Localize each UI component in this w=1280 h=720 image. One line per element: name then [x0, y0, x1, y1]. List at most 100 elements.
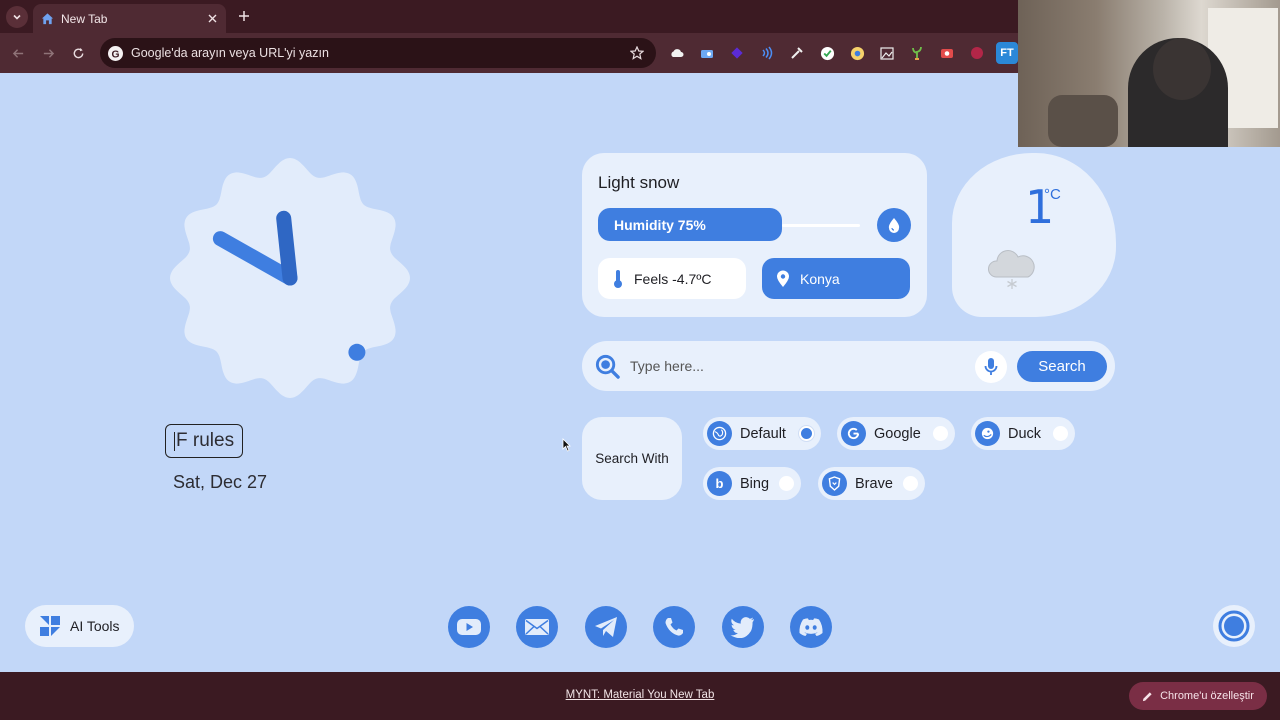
active-tab[interactable]: New Tab — [33, 4, 226, 33]
engine-default[interactable]: Default — [703, 417, 821, 450]
location-label: Konya — [800, 270, 840, 287]
home-icon — [41, 13, 54, 25]
engine-google[interactable]: Google — [837, 417, 955, 450]
footer-bar: MYNT: Material You New Tab Chrome'u özel… — [0, 672, 1280, 720]
weather-condition: Light snow — [598, 173, 680, 192]
webcam-overlay — [1018, 0, 1280, 147]
duck-icon — [975, 421, 1000, 446]
ai-tools-label: AI Tools — [70, 618, 120, 634]
record-extension-icon[interactable] — [966, 42, 988, 64]
feels-like-pill: Feels -4.7ºC — [598, 258, 746, 299]
eyedropper-extension-icon[interactable] — [786, 42, 808, 64]
mail-icon — [525, 619, 549, 635]
search-button[interactable]: Search — [1017, 351, 1107, 382]
extensions-row: FT — [666, 42, 1018, 64]
custom-text-input[interactable]: F rules — [165, 424, 244, 458]
chevron-down-icon — [13, 14, 21, 20]
thermometer-icon — [614, 269, 622, 288]
snow-cloud-icon — [988, 250, 1035, 289]
telegram-icon — [595, 617, 617, 637]
google-icon — [841, 421, 866, 446]
humidity-track — [782, 224, 860, 227]
arrow-right-icon — [43, 48, 54, 58]
tab-search-button[interactable] — [6, 6, 28, 28]
engine-radio[interactable] — [933, 426, 948, 441]
radio-extension-icon[interactable] — [696, 42, 718, 64]
custom-text: F rules — [176, 430, 235, 451]
ai-tools-icon — [40, 616, 60, 636]
cloud-extension-icon[interactable] — [666, 42, 688, 64]
youtube-icon — [457, 619, 481, 635]
theme-credit-link[interactable]: MYNT: Material You New Tab — [0, 689, 1280, 701]
settings-ring-icon — [1218, 610, 1250, 642]
youtube-shortcut[interactable] — [448, 606, 490, 648]
address-bar[interactable]: G Google'da arayın veya URL'yi yazın — [100, 38, 656, 68]
star-icon — [630, 46, 644, 60]
bing-icon: b — [707, 471, 732, 496]
close-tab-button[interactable] — [203, 10, 221, 28]
engine-label: Duck — [1008, 425, 1042, 442]
telegram-shortcut[interactable] — [585, 606, 627, 648]
mouse-pointer-icon — [562, 438, 571, 452]
mail-shortcut[interactable] — [516, 606, 558, 648]
analog-clock — [170, 158, 410, 398]
close-icon — [208, 14, 216, 23]
discord-icon — [799, 618, 823, 636]
smiley-extension-icon[interactable] — [846, 42, 868, 64]
engine-label: Brave — [855, 475, 893, 492]
minute-hand — [276, 210, 298, 286]
location-button[interactable]: Konya — [762, 258, 910, 299]
microphone-icon — [984, 358, 998, 375]
water-drop-icon — [888, 217, 900, 233]
plant-extension-icon[interactable] — [906, 42, 928, 64]
reload-button[interactable] — [68, 43, 88, 63]
engine-radio[interactable] — [903, 476, 918, 491]
weather-card: Light snow Humidity 75% Feels -4.7ºC Kon… — [582, 153, 927, 317]
webcam-head — [1153, 38, 1211, 100]
engine-bing[interactable]: b Bing — [703, 467, 801, 500]
sound-extension-icon[interactable] — [756, 42, 778, 64]
humidity-bar: Humidity 75% — [598, 208, 782, 241]
search-input[interactable] — [630, 354, 960, 378]
google-icon: G — [108, 45, 123, 61]
whatsapp-shortcut[interactable] — [653, 606, 695, 648]
ai-tools-button[interactable]: AI Tools — [25, 605, 134, 647]
settings-button[interactable] — [1213, 605, 1255, 647]
check-extension-icon[interactable] — [816, 42, 838, 64]
back-button[interactable] — [8, 43, 28, 63]
search-with-label: Search With — [582, 417, 682, 500]
date-label: Sat, Dec 27 — [173, 472, 268, 492]
engine-duck[interactable]: Duck — [971, 417, 1075, 450]
engine-radio[interactable] — [1053, 426, 1068, 441]
search-icon[interactable] — [594, 353, 621, 380]
engine-brave[interactable]: Brave — [818, 467, 925, 500]
plus-icon — [239, 11, 249, 21]
pencil-icon — [1143, 691, 1152, 701]
temperature-card: 1 °C — [952, 153, 1116, 317]
new-tab-button[interactable] — [234, 6, 254, 26]
location-pin-icon — [777, 270, 789, 287]
diamond-extension-icon[interactable] — [726, 42, 748, 64]
engine-radio-selected[interactable] — [799, 426, 814, 441]
second-dot — [348, 343, 366, 361]
discord-shortcut[interactable] — [790, 606, 832, 648]
forward-button[interactable] — [38, 43, 58, 63]
reload-icon — [73, 47, 83, 58]
text-cursor — [174, 431, 175, 451]
image-extension-icon[interactable] — [876, 42, 898, 64]
search-bar: Search — [582, 341, 1115, 391]
bookmark-button[interactable] — [626, 42, 648, 64]
temperature-unit: °C — [1044, 186, 1061, 203]
humidity-button[interactable] — [877, 208, 911, 242]
brave-icon — [822, 471, 847, 496]
engine-label: Default — [740, 425, 786, 442]
tab-title: New Tab — [61, 11, 108, 26]
ft-extension-icon[interactable]: FT — [996, 42, 1018, 64]
engine-label: Google — [874, 425, 921, 442]
engine-radio[interactable] — [779, 476, 794, 491]
twitter-shortcut[interactable] — [722, 606, 764, 648]
engine-label: Bing — [740, 475, 770, 492]
camera-extension-icon[interactable] — [936, 42, 958, 64]
customize-chrome-button[interactable]: Chrome'u özelleştir — [1129, 682, 1267, 710]
voice-search-button[interactable] — [975, 351, 1007, 383]
